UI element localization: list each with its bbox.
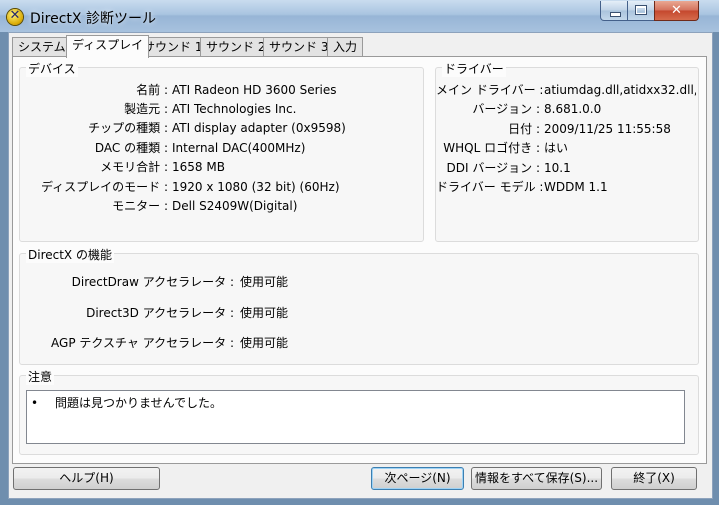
ddi-version-value[interactable]: 10.1 (544, 159, 571, 177)
display-mode-label: ディスプレイのモード : (40, 180, 168, 194)
whql-label: WHQL ロゴ付き : (443, 141, 540, 155)
minimize-icon (610, 12, 621, 17)
window-title: DirectX 診断ツール (30, 11, 156, 27)
main-driver-label: メイン ドライバー : (436, 83, 544, 97)
date-value[interactable]: 2009/11/25 11:55:58 (544, 120, 671, 138)
device-heading: デバイス (26, 60, 78, 77)
agp-texture-value: 使用可能 (240, 336, 289, 350)
direct3d-value: 使用可能 (240, 306, 289, 320)
tab-display[interactable]: ディスプレイ (66, 35, 150, 58)
help-button[interactable]: ヘルプ(H) (13, 467, 160, 490)
dac-type-label: DAC の種類 : (94, 141, 168, 155)
driver-model-value[interactable]: WDDM 1.1 (544, 178, 608, 196)
total-memory-label: メモリ合計 : (100, 160, 168, 174)
close-button[interactable]: ✕ (654, 1, 699, 21)
maximize-icon (635, 5, 647, 15)
whql-value[interactable]: はい (544, 139, 568, 157)
version-value[interactable]: 8.681.0.0 (544, 100, 601, 118)
version-label: バージョン : (472, 102, 540, 116)
total-memory-value[interactable]: 1658 MB (172, 158, 225, 176)
tab-input[interactable]: 入力 (327, 37, 364, 57)
monitor-value[interactable]: Dell S2409W(Digital) (172, 197, 297, 215)
exit-button[interactable]: 終了(X) (611, 467, 697, 490)
close-icon: ✕ (671, 3, 682, 18)
display-mode-value[interactable]: 1920 x 1080 (32 bit) (60Hz) (172, 178, 340, 196)
main-driver-value[interactable]: atiumdag.dll,atidxx32.dll,ati (544, 81, 696, 99)
directdraw-value: 使用可能 (240, 275, 289, 289)
direct3d-label: Direct3D アクセラレータ : (86, 306, 234, 320)
chip-type-value[interactable]: ATI display adapter (0x9598) (172, 119, 346, 137)
display-tab-panel: デバイス 名前 : ATI Radeon HD 3600 Series 製造元 … (12, 56, 707, 464)
driver-group: ドライバー メイン ドライバー : atiumdag.dll,atidxx32.… (435, 60, 699, 242)
notes-group: 注意 • 問題は見つかりませんでした。 (19, 368, 699, 455)
device-group: デバイス 名前 : ATI Radeon HD 3600 Series 製造元 … (19, 60, 424, 242)
tab-sound-2[interactable]: サウンド 2 (200, 37, 272, 57)
ddi-version-label: DDI バージョン : (446, 161, 540, 175)
maximize-button[interactable] (627, 1, 655, 21)
notes-text-box[interactable]: • 問題は見つかりませんでした。 (26, 390, 685, 444)
monitor-label: モニター : (112, 199, 168, 213)
tab-sound-3[interactable]: サウンド 3 (263, 37, 335, 57)
manufacturer-label: 製造元 : (124, 102, 168, 116)
notes-text: 問題は見つかりませんでした。 (55, 396, 223, 410)
directdraw-label: DirectDraw アクセラレータ : (71, 275, 234, 289)
chip-type-label: チップの種類 : (88, 121, 168, 135)
date-label: 日付 : (508, 122, 540, 136)
minimize-button[interactable] (600, 1, 628, 21)
directx-features-group: DirectX の機能 DirectDraw アクセラレータ : 使用可能 Di… (19, 246, 699, 365)
driver-model-label: ドライバー モデル : (436, 180, 544, 194)
save-all-info-button[interactable]: 情報をすべて保存(S)... (471, 467, 602, 490)
device-name-label: 名前 : (136, 83, 168, 97)
device-name-value[interactable]: ATI Radeon HD 3600 Series (172, 81, 336, 99)
notes-bullet: • (31, 396, 39, 410)
dac-type-value[interactable]: Internal DAC(400MHz) (172, 139, 305, 157)
next-page-button[interactable]: 次ページ(N) (371, 467, 464, 490)
client-area: システム ディスプレイ サウンド 1 サウンド 2 サウンド 3 入力 デバイス… (8, 32, 713, 499)
directx-features-heading: DirectX の機能 (26, 246, 114, 263)
agp-texture-label: AGP テクスチャ アクセラレータ : (51, 336, 234, 350)
directx-icon: ✕ (7, 8, 23, 25)
driver-heading: ドライバー (442, 60, 506, 77)
dxdiag-window: ✕ DirectX 診断ツール ✕ システム ディスプレイ サウンド 1 サウン… (0, 0, 719, 505)
notes-heading: 注意 (26, 368, 55, 385)
manufacturer-value[interactable]: ATI Technologies Inc. (172, 100, 296, 118)
title-bar[interactable]: ✕ DirectX 診断ツール ✕ (0, 0, 719, 32)
tab-system[interactable]: システム (12, 37, 72, 57)
